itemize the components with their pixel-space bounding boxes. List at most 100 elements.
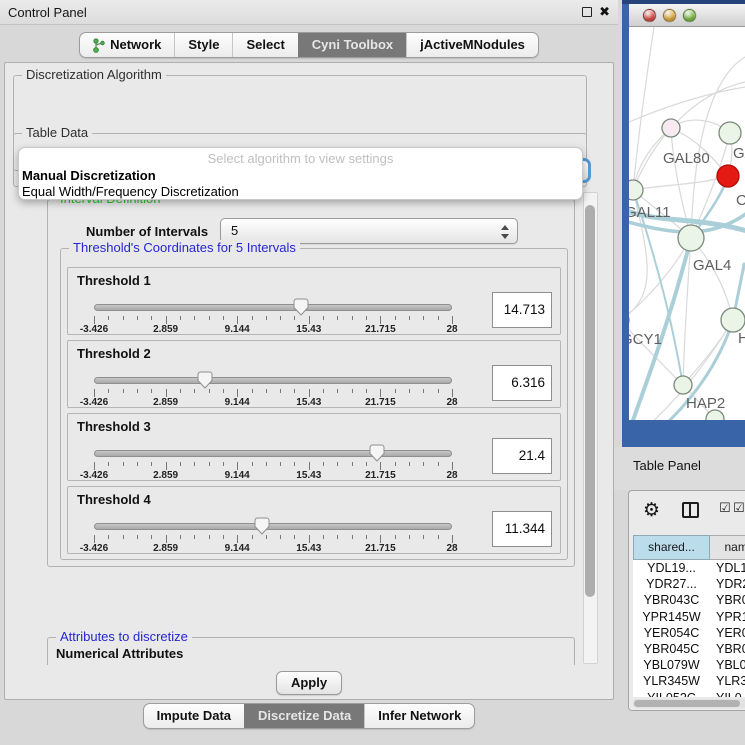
cell-shared-name: YDR27... xyxy=(633,576,710,592)
number-of-intervals-value: 5 xyxy=(231,223,238,238)
bottom-tabbar: Impute Data Discretize Data Infer Network xyxy=(0,703,618,729)
slider-track[interactable] xyxy=(94,450,452,457)
slider-thumb[interactable] xyxy=(254,517,270,535)
minimize-traffic-light-icon[interactable] xyxy=(663,9,676,22)
network-node-label: GCY1 xyxy=(629,331,662,348)
table-panel-header: Table Panel xyxy=(614,447,745,490)
threshold-label: Threshold 3 xyxy=(77,419,151,434)
close-icon[interactable]: ✖ xyxy=(599,6,610,18)
algorithm-dropdown-popup: Select algorithm to view settingsManual … xyxy=(18,147,583,200)
slider-thumb[interactable] xyxy=(293,298,309,316)
slider-ticks xyxy=(94,461,452,470)
control-panel: Control Panel ✖ Network Style Select Cyni T… xyxy=(0,0,618,745)
network-icon xyxy=(93,38,105,53)
network-node-label: GAL11 xyxy=(629,204,671,221)
network-canvas[interactable]: GAL80GACGAL11GAL4GCY1HHAP2 xyxy=(629,27,745,420)
thresholds-group: Threshold's Coordinates for 5 Intervals … xyxy=(60,248,568,560)
cell-shared-name: YDL19... xyxy=(633,560,710,576)
settings-vertical-scrollbar[interactable] xyxy=(583,192,598,664)
tab-cyni-toolbox-label: Cyni Toolbox xyxy=(312,33,393,57)
cell-name: YBL0 xyxy=(710,657,745,673)
tab-cyni-toolbox[interactable]: Cyni Toolbox xyxy=(298,33,406,57)
checkbox-icon[interactable]: ☑ xyxy=(719,500,731,516)
float-icon[interactable] xyxy=(582,7,592,17)
threshold-value-field[interactable]: 6.316 xyxy=(492,365,552,401)
algorithm-option-equal-width-frequency-discretization[interactable]: Equal Width/Frequency Discretization xyxy=(19,184,582,200)
network-node-gal11[interactable] xyxy=(629,180,643,200)
network-node-label: C xyxy=(736,192,745,209)
cell-shared-name: YER054C xyxy=(633,625,710,641)
network-node-ga[interactable] xyxy=(719,122,741,144)
tab-jactivemnodules-label: jActiveMNodules xyxy=(420,33,525,57)
table-toolbar: ⚙ ☑ ☑ xyxy=(629,497,745,527)
top-tabbar: Network Style Select Cyni Toolbox jActiveMNo… xyxy=(0,32,618,58)
zoom-traffic-light-icon[interactable] xyxy=(683,9,696,22)
cell-shared-name: YPR145W xyxy=(633,609,710,625)
slider-track[interactable] xyxy=(94,523,452,530)
network-window: GAL80GACGAL11GAL4GCY1HHAP2 xyxy=(622,0,745,447)
settings-scroll-area: Interval Definition Number of Intervals … xyxy=(13,191,585,665)
table-row[interactable]: YBR045CYBR0 xyxy=(633,641,745,657)
table-horizontal-scrollbar[interactable] xyxy=(633,699,745,708)
tab-network[interactable]: Network xyxy=(80,33,174,57)
attributes-group: Attributes to discretize Numerical Attri… xyxy=(47,637,575,665)
discretization-algorithm-group-title: Discretization Algorithm xyxy=(22,67,166,82)
cell-shared-name: YIL052C xyxy=(633,690,710,698)
tab-jactivemnodules[interactable]: jActiveMNodules xyxy=(406,33,538,57)
tab-discretize-data-label: Discretize Data xyxy=(258,704,351,728)
close-traffic-light-icon[interactable] xyxy=(643,9,656,22)
table-row[interactable]: YBR043CYBR0 xyxy=(633,592,745,608)
cell-shared-name: YBL079W xyxy=(633,657,710,673)
column-header-name[interactable]: name xyxy=(710,535,745,560)
tab-select[interactable]: Select xyxy=(232,33,297,57)
cell-name: YIL0 xyxy=(710,690,745,698)
table-row[interactable]: YLR345WYLR3 xyxy=(633,673,745,689)
slider-thumb[interactable] xyxy=(369,444,385,462)
control-panel-titlebar: Control Panel ✖ xyxy=(0,0,618,25)
cell-name: YER0 xyxy=(710,625,745,641)
threshold-block: Threshold 2 -3.4262.8599.14415.4321.7152… xyxy=(67,340,561,408)
tab-style[interactable]: Style xyxy=(174,33,232,57)
table-row[interactable]: YPR145WYPR1 xyxy=(633,609,745,625)
table-data-group-title: Table Data xyxy=(22,125,92,140)
tab-discretize-data[interactable]: Discretize Data xyxy=(244,704,364,728)
tab-infer-network-label: Infer Network xyxy=(378,704,461,728)
apply-button[interactable]: Apply xyxy=(276,671,342,695)
table-panel-title: Table Panel xyxy=(633,458,701,473)
tab-style-label: Style xyxy=(188,33,219,57)
slider-thumb[interactable] xyxy=(197,371,213,389)
table-row[interactable]: YBL079WYBL0 xyxy=(633,657,745,673)
network-edge xyxy=(633,27,654,190)
tab-infer-network[interactable]: Infer Network xyxy=(364,704,474,728)
network-node-gal4[interactable] xyxy=(678,225,704,251)
slider-ticks xyxy=(94,315,452,324)
algorithm-option-manual-discretization[interactable]: Manual Discretization xyxy=(19,168,582,184)
network-node-hap2[interactable] xyxy=(674,376,692,394)
cell-shared-name: YLR345W xyxy=(633,673,710,689)
slider-track[interactable] xyxy=(94,304,452,311)
network-node-gal80[interactable] xyxy=(662,119,680,137)
tab-impute-data-label: Impute Data xyxy=(157,704,231,728)
table-row[interactable]: YDL19...YDL1 xyxy=(633,560,745,576)
checkbox-icon[interactable]: ☑ xyxy=(733,500,745,516)
network-node-label: H xyxy=(738,330,745,347)
threshold-value-field[interactable]: 21.4 xyxy=(492,438,552,474)
slider-scale-labels: -3.4262.8599.14415.4321.71528 xyxy=(94,324,452,336)
panel-title: Control Panel xyxy=(8,5,87,20)
threshold-value-field[interactable]: 11.344 xyxy=(492,511,552,547)
cell-name: YDR2 xyxy=(710,576,745,592)
split-columns-icon[interactable] xyxy=(682,502,699,518)
combo-stepper-icon xyxy=(500,224,508,240)
table-row[interactable]: YER054CYER0 xyxy=(633,625,745,641)
network-edge xyxy=(629,87,745,122)
threshold-value-field[interactable]: 14.713 xyxy=(492,292,552,328)
column-header-shared-name[interactable]: shared... xyxy=(633,535,710,560)
network-window-titlebar xyxy=(629,4,745,27)
network-node-c[interactable] xyxy=(717,165,739,187)
network-node-h[interactable] xyxy=(721,308,745,332)
gear-icon[interactable]: ⚙ xyxy=(643,499,660,522)
slider-track[interactable] xyxy=(94,377,452,384)
table-row[interactable]: YIL052CYIL0 xyxy=(633,690,745,698)
table-row[interactable]: YDR27...YDR2 xyxy=(633,576,745,592)
tab-impute-data[interactable]: Impute Data xyxy=(144,704,244,728)
